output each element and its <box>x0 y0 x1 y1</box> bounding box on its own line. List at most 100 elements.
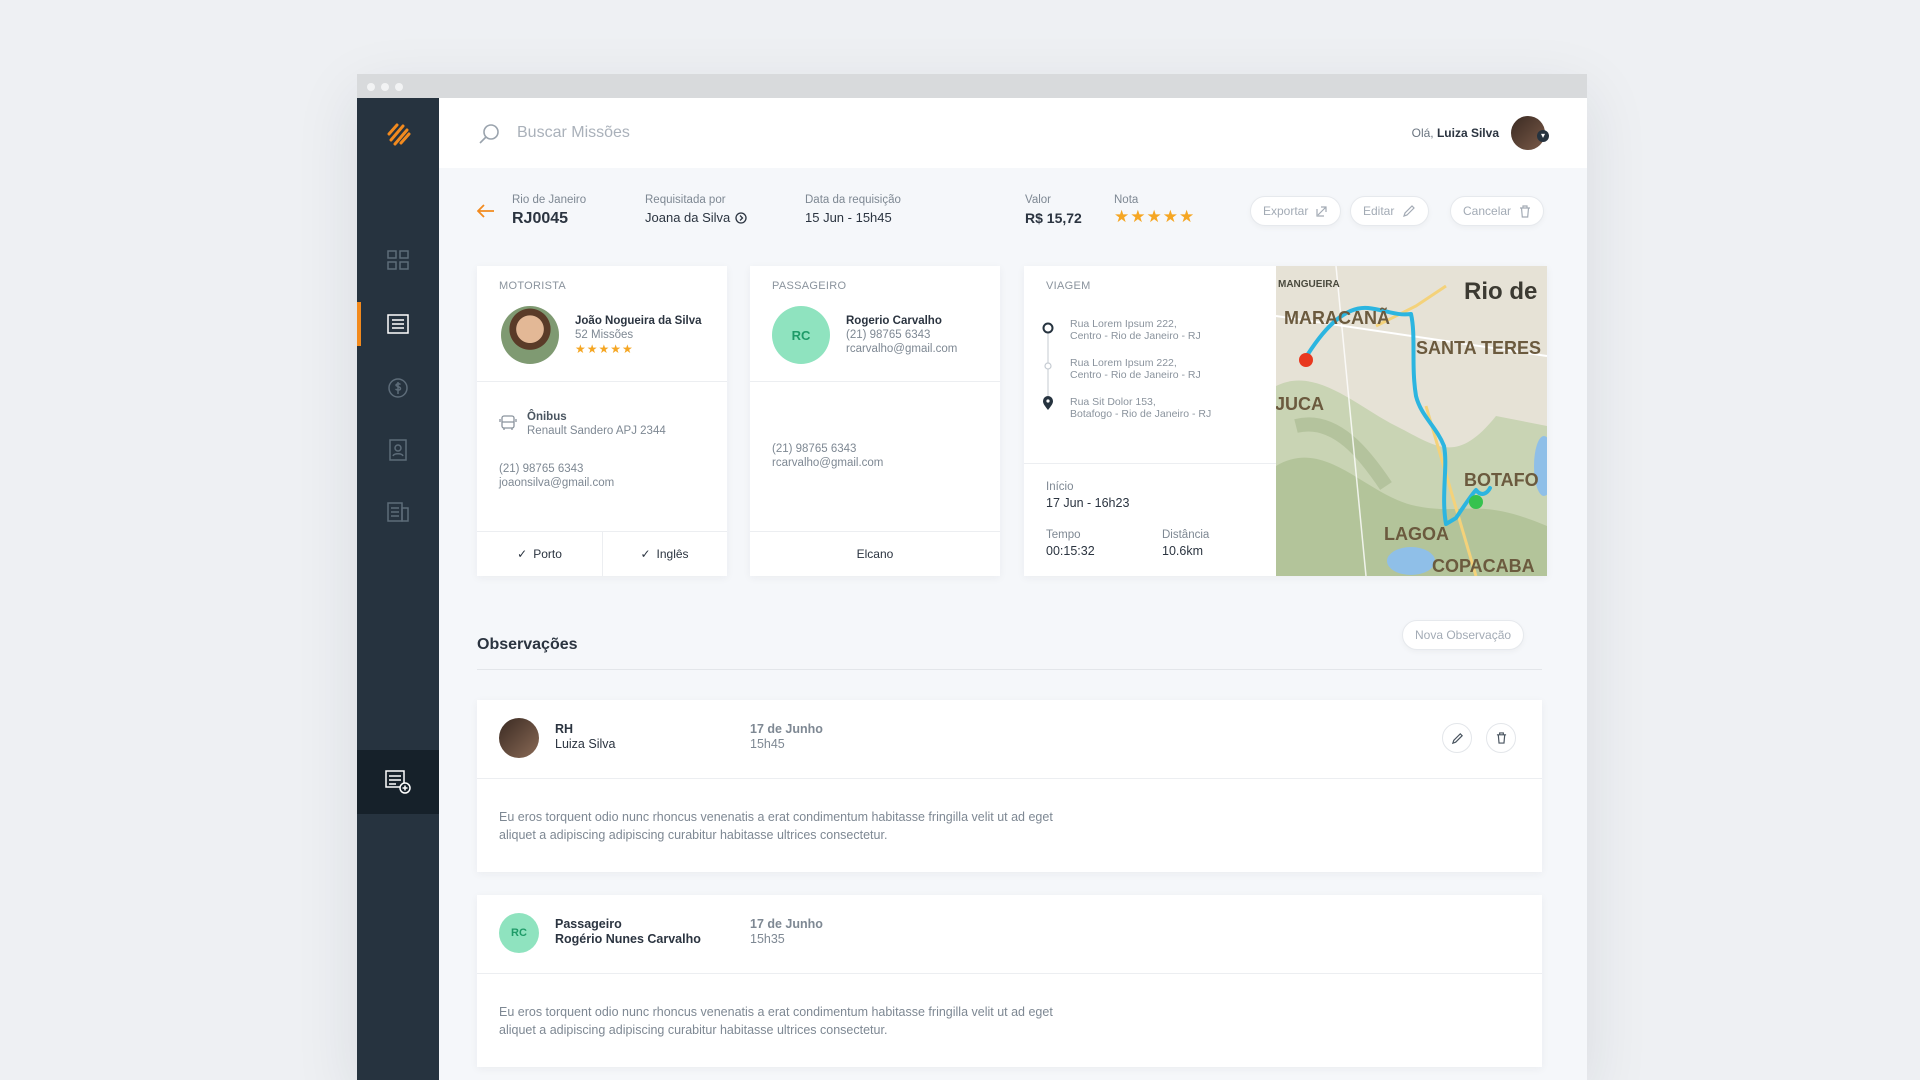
cancel-button[interactable]: Cancelar <box>1450 196 1545 226</box>
driver-missions: 52 Missões <box>575 329 634 341</box>
trip-time: 00:15:32 <box>1046 544 1095 558</box>
passenger-email-secondary[interactable]: rcarvalho@gmail.com <box>772 456 883 470</box>
observations-title: Observações <box>477 636 578 653</box>
window-titlebar <box>357 74 1587 98</box>
passenger-footer-tag[interactable]: Elcano <box>750 531 1000 576</box>
nav-finance[interactable] <box>357 366 439 410</box>
edit-observation-button[interactable] <box>1442 723 1472 753</box>
driver-rating-stars: ★★★★★ <box>575 342 634 356</box>
driver-email[interactable]: joaonsilva@gmail.com <box>499 476 614 490</box>
nav-contacts[interactable] <box>357 428 439 472</box>
observation-date: 17 de Junho <box>750 722 823 736</box>
export-button[interactable]: Exportar <box>1250 196 1342 226</box>
window-dot[interactable] <box>395 83 403 91</box>
sidebar <box>357 98 439 1080</box>
observation-time: 15h35 <box>750 932 785 946</box>
observation-avatar[interactable]: RC <box>499 913 539 953</box>
observation-role: Passageiro <box>555 917 622 931</box>
stop-3[interactable]: Rua Sit Dolor 153, Botafogo - Rio de Jane… <box>1070 396 1211 420</box>
passenger-avatar[interactable]: RC <box>772 306 830 364</box>
bus-icon <box>499 415 517 430</box>
map-label: MARACANÃ <box>1284 308 1390 328</box>
driver-phone: (21) 98765 6343 <box>499 463 584 475</box>
window-dot[interactable] <box>367 83 375 91</box>
passenger-email[interactable]: rcarvalho@gmail.com <box>846 342 957 356</box>
observations-divider <box>477 669 1542 670</box>
start-label: Início <box>1046 481 1074 493</box>
distance-label: Distância <box>1162 529 1210 541</box>
app-window: Olá, Luiza Silva ▾ Rio de Janeiro RJ0045… <box>357 74 1587 1080</box>
passenger-name[interactable]: Rogerio Carvalho <box>846 314 957 328</box>
nav-reports[interactable] <box>357 490 439 534</box>
pencil-icon <box>1451 732 1463 744</box>
route-timeline-icon <box>1042 322 1054 410</box>
trip-start: 17 Jun - 16h23 <box>1046 496 1130 510</box>
vehicle-type: Ônibus <box>527 411 567 423</box>
passenger-card: PASSAGEIRO RC Rogerio Carvalho (21) 9876… <box>750 266 1000 576</box>
driver-avatar[interactable] <box>501 306 559 364</box>
new-observation-button[interactable]: Nova Observação <box>1402 620 1525 650</box>
passenger-phone: (21) 98765 6343 <box>846 329 931 341</box>
trash-icon <box>1496 732 1506 744</box>
requested-by-name[interactable]: Joana da Silva <box>645 210 730 225</box>
mission-code-block: Rio de Janeiro RJ0045 <box>512 194 586 244</box>
delete-observation-button[interactable] <box>1486 723 1516 753</box>
map-label: MANGUEIRA <box>1278 279 1340 290</box>
nav-dashboard[interactable] <box>357 238 439 282</box>
pencil-icon <box>1403 205 1416 217</box>
nav-missions[interactable] <box>357 302 439 346</box>
window-dot[interactable] <box>381 83 389 91</box>
mission-code: RJ0045 <box>512 210 569 227</box>
tag-ingles[interactable]: ✓ Inglês <box>602 531 727 576</box>
request-date-block: Data da requisição 15 Jun - 15h45 <box>805 194 901 244</box>
requested-by-block: Requisitada por Joana da Silva <box>645 194 747 244</box>
map-label: LAGOA <box>1384 524 1449 544</box>
map-label: COPACABA <box>1432 556 1535 576</box>
list-icon <box>387 314 409 334</box>
driver-name[interactable]: João Nogueira da Silva <box>575 314 702 328</box>
map-label: Rio de <box>1464 278 1538 305</box>
contact-card-icon <box>389 439 407 461</box>
search-input[interactable] <box>517 120 877 146</box>
city-label: Rio de Janeiro <box>512 194 587 206</box>
money-cycle-icon <box>388 378 408 398</box>
user-avatar[interactable]: ▾ <box>1511 116 1549 150</box>
nav-new-mission[interactable] <box>357 750 439 814</box>
top-bar: Olá, Luiza Silva ▾ <box>439 98 1587 168</box>
driver-card: MOTORISTA João Nogueira da Silva 52 Miss… <box>477 266 727 576</box>
check-icon: ✓ <box>517 546 528 561</box>
value-label: Valor <box>1025 194 1051 206</box>
chevron-down-icon[interactable]: ▾ <box>1537 130 1549 142</box>
request-date-label: Data da requisição <box>805 194 901 206</box>
observation-text: Eu eros torquent odio nunc rhoncus venen… <box>499 1005 1053 1037</box>
request-date: 15 Jun - 15h45 <box>805 210 892 225</box>
arrow-circle-icon[interactable] <box>735 211 747 224</box>
grid-icon <box>387 250 409 270</box>
route-map[interactable]: MANGUEIRA Rio de MARACANÃ SANTA TERES IJ… <box>1276 266 1547 576</box>
check-icon: ✓ <box>640 546 651 561</box>
map-label: SANTA TERES <box>1416 338 1542 358</box>
trip-card-title: VIAGEM <box>1046 280 1091 292</box>
tag-porto[interactable]: ✓ Porto <box>477 531 602 576</box>
mission-value: R$ 15,72 <box>1025 210 1082 226</box>
rating-label: Nota <box>1114 194 1139 206</box>
search-icon[interactable] <box>477 122 501 146</box>
value-block: Valor R$ 15,72 <box>1025 194 1082 244</box>
observation-date: 17 de Junho <box>750 917 823 931</box>
vehicle-model: Renault Sandero APJ 2344 <box>527 425 666 437</box>
back-arrow-icon[interactable] <box>477 204 495 218</box>
map-label: IJUCA <box>1276 394 1325 414</box>
greeting: Olá, Luiza Silva <box>1411 126 1499 140</box>
stop-1[interactable]: Rua Lorem Ipsum 222, Centro - Rio de Jane… <box>1070 318 1211 342</box>
observation-card: RH Luiza Silva 17 de Junho 15h45 Eu eros… <box>477 700 1542 872</box>
observation-avatar[interactable] <box>499 718 539 758</box>
logo-icon[interactable] <box>381 116 417 152</box>
trash-icon <box>1520 204 1531 218</box>
driver-card-title: MOTORISTA <box>499 280 567 292</box>
edit-button[interactable]: Editar <box>1350 196 1430 226</box>
stop-2[interactable]: Rua Lorem Ipsum 222, Centro - Rio de Jane… <box>1070 357 1211 381</box>
passenger-card-title: PASSAGEIRO <box>772 280 847 292</box>
observation-author: Rogério Nunes Carvalho <box>555 932 701 946</box>
observation-time: 15h45 <box>750 737 785 751</box>
trip-distance: 10.6km <box>1162 544 1203 558</box>
